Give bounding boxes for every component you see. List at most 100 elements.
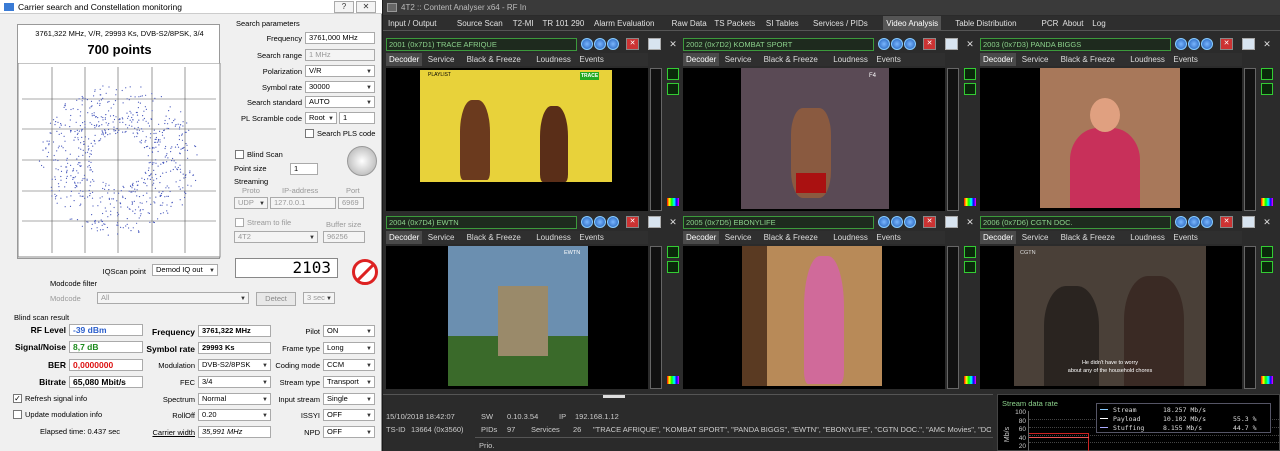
audio-button[interactable] [667,246,679,258]
subtab-loudness[interactable]: Loudness [830,231,871,244]
subtab-service[interactable]: Service [722,231,755,244]
subtab-decoder[interactable]: Decoder [386,231,423,244]
proto-select[interactable]: UDP [234,197,268,209]
wrench-icon[interactable]: ✕ [1261,216,1273,228]
search-range-input[interactable]: 1 MHz [305,49,375,61]
mute-icon[interactable]: ✕ [923,216,936,228]
audio-button[interactable] [1261,68,1273,80]
record-icon[interactable] [891,216,903,228]
mute-icon[interactable]: ✕ [923,38,936,50]
monitor-icon[interactable] [1242,38,1255,50]
help-button[interactable]: ? [334,1,354,13]
issyi-select[interactable]: OFF [323,409,375,421]
subtab-black-freeze[interactable]: Black & Freeze [761,231,821,244]
subtitle-button[interactable] [667,83,679,95]
subtab-black-freeze[interactable]: Black & Freeze [761,53,821,66]
menu-item-7[interactable]: SI Tables [763,16,802,31]
refresh-signal-checkbox[interactable]: ✓ [13,394,22,403]
wrench-icon[interactable]: ✕ [667,216,679,228]
menu-item-4[interactable]: Alarm Evaluation [591,16,657,31]
subtab-decoder[interactable]: Decoder [386,53,423,66]
subtab-loudness[interactable]: Loudness [1127,53,1168,66]
subtab-decoder[interactable]: Decoder [980,53,1017,66]
play-icon[interactable] [581,216,593,228]
mute-icon[interactable]: ✕ [1220,216,1233,228]
menu-item-11[interactable]: PCR [1039,16,1062,31]
subtitle-button[interactable] [964,83,976,95]
subtab-service[interactable]: Service [1019,53,1052,66]
play-icon[interactable] [1175,38,1187,50]
stop-icon[interactable] [352,259,378,285]
splitter-handle[interactable] [603,395,625,398]
play-icon[interactable] [1175,216,1187,228]
subtab-service[interactable]: Service [425,53,458,66]
ip-address-input[interactable]: 127.0.0.1 [270,197,336,209]
menu-item-6[interactable]: TS Packets [711,16,758,31]
record-icon[interactable] [594,38,606,50]
subtitle-button[interactable] [667,261,679,273]
stream-type-select[interactable]: Transport [323,376,375,388]
iqscan-select[interactable]: Demod IQ out [152,264,218,276]
spectrum-select[interactable]: Normal [198,393,271,405]
frame-type-select[interactable]: Long [323,342,375,354]
subtab-service[interactable]: Service [425,231,458,244]
info-icon[interactable] [904,216,916,228]
search-standard-select[interactable]: AUTO [305,96,375,108]
subtitle-button[interactable] [1261,261,1273,273]
blind-scan-checkbox[interactable] [235,150,244,159]
audio-button[interactable] [667,68,679,80]
record-icon[interactable] [1188,38,1200,50]
pilot-select[interactable]: ON [323,325,375,337]
wrench-icon[interactable]: ✕ [1261,38,1273,50]
record-icon[interactable] [594,216,606,228]
menu-item-9[interactable]: Video Analysis [883,16,942,31]
detect-button[interactable]: Detect [256,292,296,306]
info-icon[interactable] [1201,38,1213,50]
info-icon[interactable] [607,38,619,50]
subtab-loudness[interactable]: Loudness [1127,231,1168,244]
mute-icon[interactable]: ✕ [626,216,639,228]
info-icon[interactable] [1201,216,1213,228]
menu-item-5[interactable]: Raw Data [669,16,710,31]
play-icon[interactable] [878,38,890,50]
subtab-events[interactable]: Events [873,53,903,66]
update-modulation-checkbox[interactable] [13,410,22,419]
menu-item-0[interactable]: Input / Output [385,16,439,31]
play-icon[interactable] [581,38,593,50]
subtitle-button[interactable] [1261,83,1273,95]
subtab-events[interactable]: Events [576,231,606,244]
rolloff-select[interactable]: 0.20 [198,409,271,421]
subtab-decoder[interactable]: Decoder [683,231,720,244]
npd-select[interactable]: OFF [323,426,375,438]
monitor-icon[interactable] [945,38,958,50]
wrench-icon[interactable]: ✕ [667,38,679,50]
pl-scramble-mode-select[interactable]: Root [305,112,337,124]
subtab-decoder[interactable]: Decoder [683,53,720,66]
stream-to-file-checkbox[interactable] [235,218,244,227]
info-icon[interactable] [904,38,916,50]
subtab-events[interactable]: Events [576,53,606,66]
record-icon[interactable] [1188,216,1200,228]
menu-item-3[interactable]: TR 101 290 [540,16,588,31]
monitor-icon[interactable] [1242,216,1255,228]
frequency-input[interactable]: 3761,000 MHz [305,32,375,44]
audio-button[interactable] [964,246,976,258]
satellite-dish-icon[interactable] [347,146,377,176]
audio-button[interactable] [1261,246,1273,258]
menu-item-12[interactable]: About [1060,16,1087,31]
fec-select[interactable]: 3/4 [198,376,271,388]
subtab-black-freeze[interactable]: Black & Freeze [464,53,524,66]
subtab-events[interactable]: Events [1170,53,1200,66]
subtab-decoder[interactable]: Decoder [980,231,1017,244]
coding-mode-select[interactable]: CCM [323,359,375,371]
subtab-events[interactable]: Events [873,231,903,244]
subtab-black-freeze[interactable]: Black & Freeze [1058,53,1118,66]
monitor-icon[interactable] [648,38,661,50]
audio-button[interactable] [964,68,976,80]
modcode-select[interactable]: All [97,292,249,304]
mute-icon[interactable]: ✕ [626,38,639,50]
subtab-black-freeze[interactable]: Black & Freeze [464,231,524,244]
detect-time-select[interactable]: 3 sec [303,292,335,304]
buffer-size-input[interactable]: 96256 [323,231,365,243]
modulation-select[interactable]: DVB-S2/8PSK [198,359,271,371]
